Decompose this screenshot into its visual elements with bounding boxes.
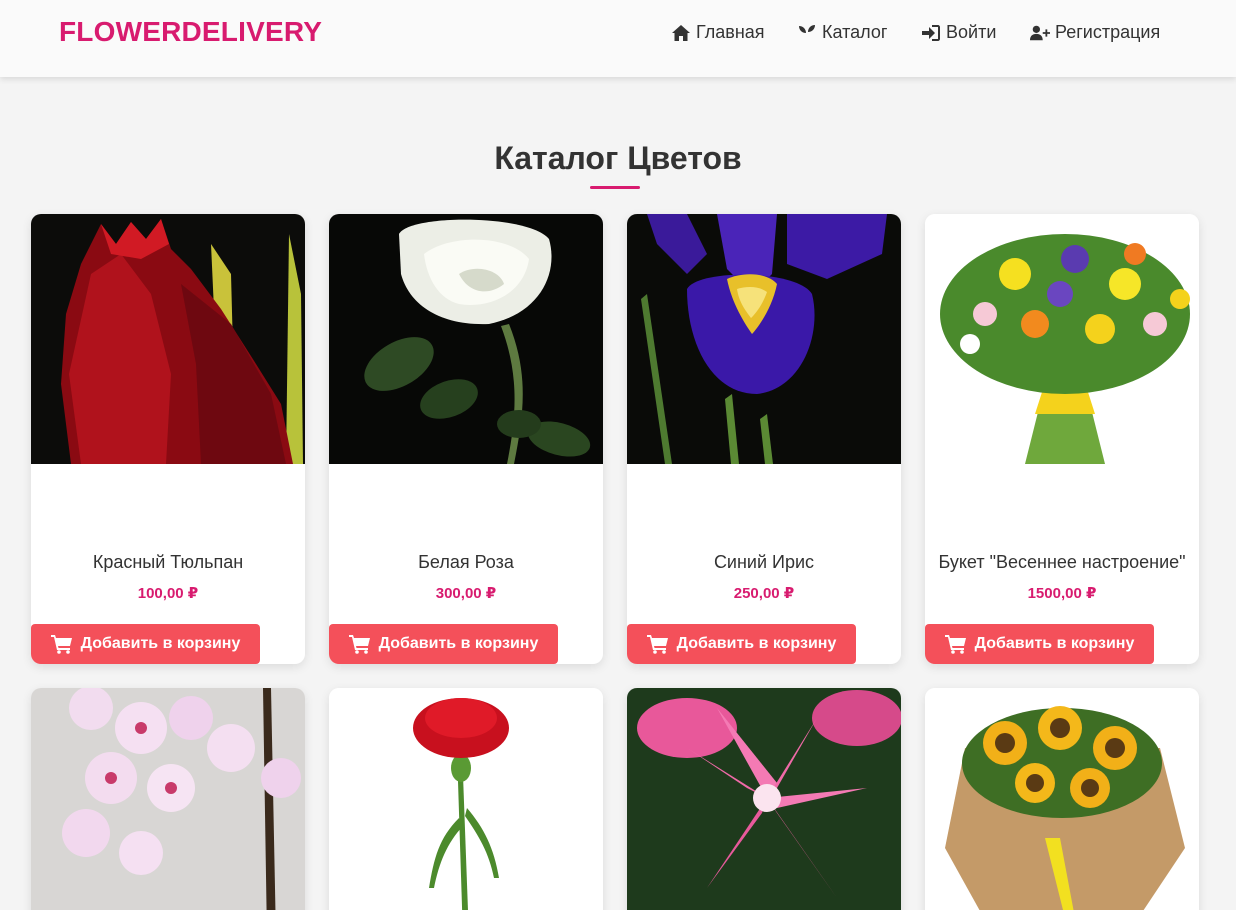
product-card: Красный Тюльпан 100,00 ₽ Добавить в корз… [31, 214, 305, 664]
add-to-cart-button[interactable]: Добавить в корзину [31, 624, 260, 664]
product-image-sunflower-bouquet[interactable] [925, 688, 1199, 910]
sign-in-icon [922, 24, 940, 41]
add-to-cart-label: Добавить в корзину [676, 635, 837, 652]
product-name: Белая Роза [418, 552, 514, 572]
product-name: Букет "Весеннее настроение" [938, 552, 1186, 572]
nav-catalog-link[interactable]: Каталог [797, 22, 887, 43]
product-price: 300,00 ₽ [435, 585, 497, 602]
product-card: Букет "Весеннее настроение" 1500,00 ₽ До… [925, 214, 1199, 664]
nav-login-label: Войти [946, 22, 997, 42]
product-image-red-tulip[interactable] [31, 214, 305, 464]
product-image-blue-iris[interactable] [627, 214, 901, 464]
product-card [31, 688, 305, 910]
user-plus-icon [1030, 25, 1050, 40]
cart-icon [646, 635, 668, 654]
product-card [925, 688, 1199, 910]
title-underline [590, 186, 640, 189]
add-to-cart-button[interactable]: Добавить в корзину [329, 624, 558, 664]
product-card [329, 688, 603, 910]
seedling-icon [799, 24, 815, 41]
nav-register-label: Регистрация [1055, 22, 1161, 42]
cart-icon [944, 635, 966, 654]
cart-icon [348, 635, 370, 654]
nav-login-link[interactable]: Войти [921, 22, 996, 43]
add-to-cart-label: Добавить в корзину [974, 635, 1135, 652]
add-to-cart-button[interactable]: Добавить в корзину [627, 624, 856, 664]
home-icon [672, 24, 690, 41]
nav-register-link[interactable]: Регистрация [1030, 22, 1160, 43]
nav-home-link[interactable]: Главная [671, 22, 765, 43]
product-image-lily[interactable] [627, 688, 901, 910]
product-card [627, 688, 901, 910]
product-image-spring-bouquet[interactable] [925, 214, 1199, 464]
product-card: Белая Роза 300,00 ₽ Добавить в корзину [329, 214, 603, 664]
nav-home-label: Главная [696, 22, 765, 42]
site-header: FLOWERDELIVERY Главная Каталог Войти Рег… [0, 0, 1236, 77]
product-card: Синий Ирис 250,00 ₽ Добавить в корзину [627, 214, 901, 664]
product-image-carnation[interactable] [329, 688, 603, 910]
product-price: 1500,00 ₽ [1027, 585, 1097, 602]
add-to-cart-label: Добавить в корзину [378, 635, 539, 652]
product-name: Синий Ирис [713, 552, 815, 572]
product-image-orchid[interactable] [31, 688, 305, 910]
page-title: Каталог Цветов [494, 140, 742, 176]
main-nav: Главная Каталог Войти Регистрация [0, 22, 1236, 46]
add-to-cart-button[interactable]: Добавить в корзину [925, 624, 1154, 664]
add-to-cart-label: Добавить в корзину [80, 635, 241, 652]
cart-icon [50, 635, 72, 654]
product-price: 250,00 ₽ [733, 585, 795, 602]
nav-catalog-label: Каталог [822, 22, 888, 42]
product-price: 100,00 ₽ [137, 585, 199, 602]
product-image-white-rose[interactable] [329, 214, 603, 464]
product-name: Красный Тюльпан [92, 552, 244, 572]
